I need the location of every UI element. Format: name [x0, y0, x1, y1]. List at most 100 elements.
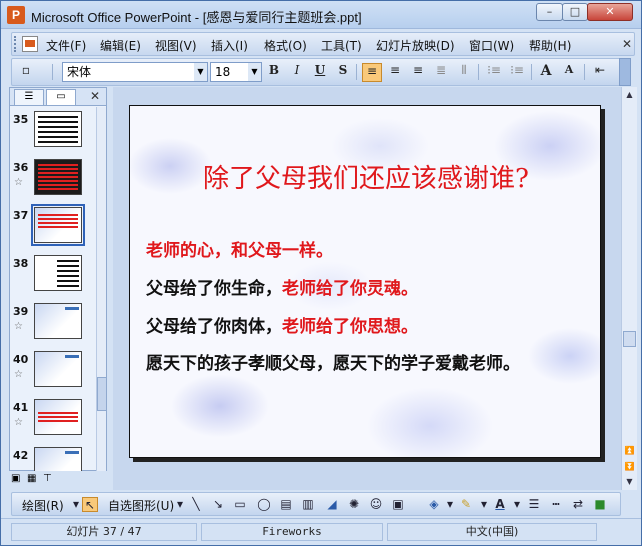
slide-thumbnail-row[interactable]: 42: [10, 445, 96, 471]
line-style-icon[interactable]: ☰: [526, 497, 542, 512]
slide-thumbnail-row-selected[interactable]: 37: [10, 204, 96, 253]
align-left-icon[interactable]: ≡: [362, 63, 382, 82]
slide-thumbnail[interactable]: [34, 111, 82, 147]
slides-tab-icon[interactable]: ▭: [46, 89, 76, 105]
menu-slideshow[interactable]: 幻灯片放映(D): [376, 37, 455, 54]
scrollbar-thumb[interactable]: [623, 331, 636, 347]
decrease-indent-icon[interactable]: ⇤: [590, 63, 610, 82]
new-document-icon[interactable]: ▫: [16, 63, 36, 82]
menu-insert[interactable]: 插入(I): [211, 37, 248, 54]
wordart-icon[interactable]: ◢: [324, 497, 340, 512]
decrease-font-size-icon[interactable]: A: [559, 63, 579, 82]
slide-thumbnail[interactable]: [34, 159, 82, 195]
normal-view-icon[interactable]: ▣: [11, 473, 20, 484]
slides-pane-scrollbar[interactable]: [96, 107, 107, 471]
outline-tab-icon[interactable]: ☰: [14, 89, 44, 105]
slide-thumbnail[interactable]: [34, 447, 82, 471]
menubar-grip-handle[interactable]: [14, 36, 17, 52]
menu-view[interactable]: 视图(V): [155, 37, 197, 54]
current-slide[interactable]: 除了父母我们还应该感谢谁? 老师的心，和父母一样。 父母给了你生命，老师给了你灵…: [129, 105, 601, 458]
draw-menu-button[interactable]: 绘图(R): [22, 497, 64, 514]
slide-thumbnail-row[interactable]: 35: [10, 109, 96, 157]
font-color-icon[interactable]: A: [492, 497, 508, 512]
clip-art-icon[interactable]: ☺: [368, 497, 384, 512]
bullet-list-icon[interactable]: ⁝≡: [507, 63, 527, 82]
slide-title[interactable]: 除了父母我们还应该感谢谁?: [130, 158, 600, 195]
scroll-down-arrow-icon[interactable]: ▼: [622, 474, 637, 489]
close-button[interactable]: ✕: [587, 3, 633, 21]
font-name-combo[interactable]: 宋体 ▼: [62, 62, 208, 82]
slide-body-line-4[interactable]: 愿天下的孩子孝顺父母，愿天下的学子爱戴老师。: [146, 349, 520, 374]
chevron-down-icon[interactable]: ▾: [172, 497, 188, 512]
slide-body-line-2[interactable]: 父母给了你生命，老师给了你灵魂。: [146, 274, 418, 299]
line-color-icon[interactable]: ✎: [458, 497, 474, 512]
bold-button[interactable]: B: [264, 63, 284, 82]
chevron-down-icon[interactable]: ▼: [194, 63, 207, 81]
oval-tool-icon[interactable]: ◯: [256, 497, 272, 512]
menu-window[interactable]: 窗口(W): [469, 37, 514, 54]
line-tool-icon[interactable]: ╲: [188, 497, 204, 512]
previous-slide-icon[interactable]: ⏫: [622, 443, 637, 458]
slide-number: 36: [13, 161, 29, 174]
italic-button[interactable]: I: [287, 63, 307, 82]
font-size-combo[interactable]: 18 ▼: [210, 62, 262, 82]
next-slide-icon[interactable]: ⏬: [622, 459, 637, 474]
maximize-button[interactable]: □: [562, 3, 588, 21]
document-icon[interactable]: [22, 36, 38, 52]
rectangle-tool-icon[interactable]: ▭: [232, 497, 248, 512]
slide-thumbnail-row[interactable]: 40 ☆: [10, 349, 96, 397]
menu-tools[interactable]: 工具(T): [321, 37, 362, 54]
chevron-down-icon[interactable]: ▾: [442, 497, 458, 512]
scroll-up-arrow-icon[interactable]: ▲: [622, 87, 637, 102]
slide-thumbnail[interactable]: [34, 399, 82, 435]
arrow-tool-icon[interactable]: ↘: [210, 497, 226, 512]
chevron-down-icon[interactable]: ▾: [509, 497, 525, 512]
powerpoint-app-icon[interactable]: P: [7, 6, 25, 24]
insert-picture-icon[interactable]: ▣: [390, 497, 406, 512]
slide-thumbnail-row[interactable]: 38: [10, 253, 96, 301]
numbered-list-icon[interactable]: ⁝≡: [484, 63, 504, 82]
chevron-down-icon[interactable]: ▾: [476, 497, 492, 512]
menu-help[interactable]: 帮助(H): [529, 37, 571, 54]
slide-vertical-scrollbar[interactable]: ▲ ⏫ ⏬ ▼: [621, 87, 637, 490]
menu-file[interactable]: 文件(F): [46, 37, 86, 54]
align-center-icon[interactable]: ≡: [385, 63, 405, 82]
fill-color-icon[interactable]: ◈: [426, 497, 442, 512]
justify-icon[interactable]: ≣: [431, 63, 451, 82]
align-right-icon[interactable]: ≡: [408, 63, 428, 82]
slide-sorter-view-icon[interactable]: ▦: [27, 473, 36, 484]
slide-thumbnail-row[interactable]: 39 ☆: [10, 301, 96, 349]
chevron-down-icon[interactable]: ▼: [248, 63, 261, 81]
select-pointer-icon[interactable]: ↖: [82, 497, 98, 512]
text-box-icon[interactable]: ▤: [278, 497, 294, 512]
document-close-icon[interactable]: ✕: [622, 37, 632, 51]
minimize-button[interactable]: –: [536, 3, 563, 21]
dash-style-icon[interactable]: ┅: [548, 497, 564, 512]
scrollbar-thumb[interactable]: [97, 377, 107, 411]
slide-thumbnail[interactable]: [34, 303, 82, 339]
slide-thumbnail-row[interactable]: 41 ☆: [10, 397, 96, 445]
slide-thumbnail[interactable]: [31, 204, 85, 246]
slideshow-view-icon[interactable]: ⊤: [43, 473, 52, 484]
menu-format[interactable]: 格式(O): [264, 37, 307, 54]
underline-button[interactable]: U: [310, 63, 330, 82]
animation-star-icon: ☆: [14, 177, 23, 188]
shadow-button[interactable]: S: [333, 63, 353, 82]
slide-thumbnail[interactable]: [34, 255, 82, 291]
autoshapes-menu-button[interactable]: 自选图形(U): [108, 497, 174, 514]
toolbar-options-chevron-icon[interactable]: [619, 58, 631, 86]
pane-close-icon[interactable]: ✕: [90, 89, 100, 103]
slide-body-line-3[interactable]: 父母给了你肉体，老师给了你思想。: [146, 312, 418, 337]
slide-thumbnail[interactable]: [34, 351, 82, 387]
vertical-text-icon[interactable]: ⫴: [454, 63, 474, 82]
diagram-icon[interactable]: ✺: [346, 497, 362, 512]
menu-edit[interactable]: 编辑(E): [100, 37, 141, 54]
increase-font-size-icon[interactable]: A: [536, 63, 556, 82]
arrow-style-icon[interactable]: ⇄: [570, 497, 586, 512]
shadow-style-icon[interactable]: ■: [592, 497, 608, 512]
toolbar-separator: [356, 64, 357, 80]
vertical-text-box-icon[interactable]: ▥: [300, 497, 316, 512]
pane-tabs: ☰ ▭ ✕: [10, 88, 106, 106]
slide-body-line-1[interactable]: 老师的心，和父母一样。: [146, 236, 333, 261]
slide-thumbnail-row[interactable]: 36 ☆: [10, 157, 96, 205]
